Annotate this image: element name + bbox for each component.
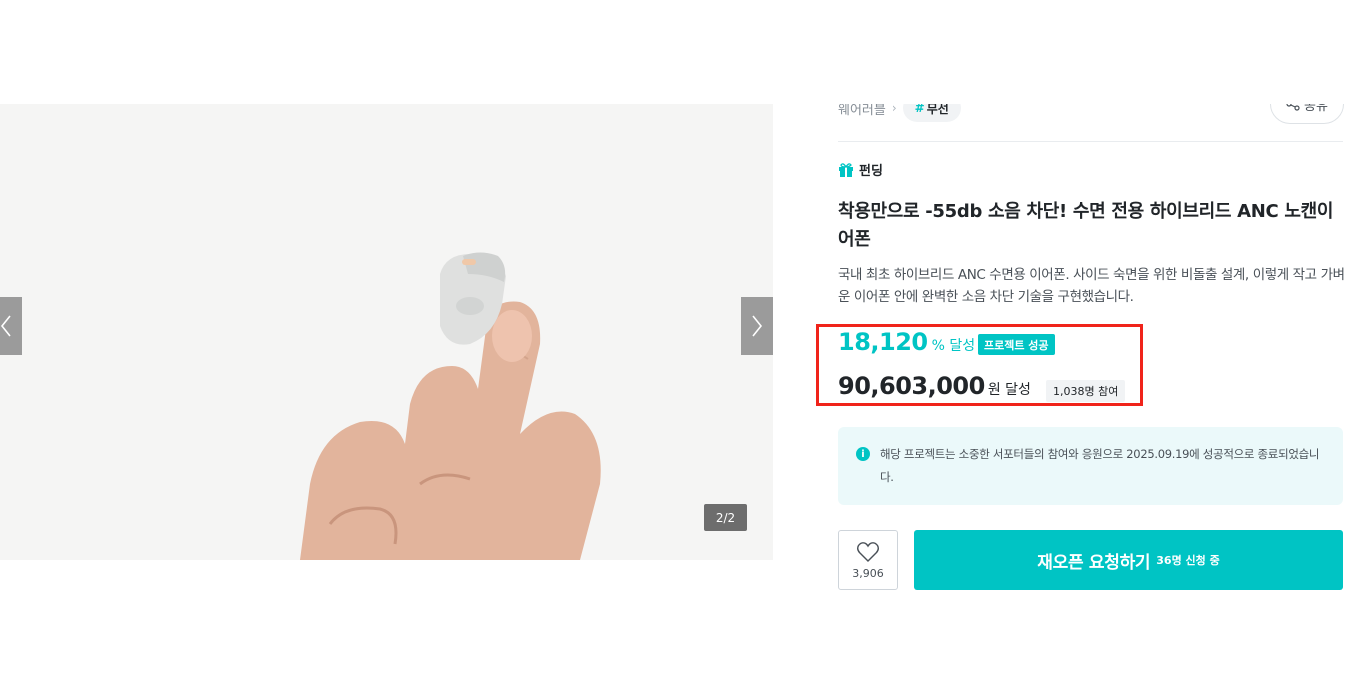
tag-wireless[interactable]: # 무선 [902, 104, 961, 122]
achievement-rate-unit: % 달성 [931, 338, 976, 354]
gallery-prev-button[interactable] [0, 297, 22, 355]
header-divider [838, 141, 1343, 142]
backers-badge: 1,038명 참여 [1046, 380, 1126, 402]
product-gallery[interactable]: 2/2 [0, 104, 773, 560]
project-type: 펀딩 [838, 160, 883, 179]
achievement-rate: 18,120 % 달성 [838, 328, 975, 356]
chevron-right-icon [752, 315, 763, 337]
breadcrumb-category-link[interactable]: 웨어러블 [838, 104, 886, 118]
share-area: 공유 [1268, 104, 1348, 126]
reopen-request-label: 재오픈 요청하기 [1037, 552, 1151, 573]
share-label: 공유 [1304, 104, 1328, 114]
funded-amount: 90,603,000 원 달성 [838, 372, 1031, 400]
completion-notice: i 해당 프로젝트는 소중한 서포터들의 참여와 응원으로 2025.09.19… [838, 427, 1343, 505]
product-photo [0, 104, 773, 560]
funded-amount-unit: 원 달성 [987, 382, 1031, 398]
share-icon [1286, 104, 1300, 111]
share-button[interactable]: 공유 [1270, 104, 1344, 124]
chevron-left-icon [0, 315, 11, 337]
reopen-request-button[interactable]: 재오픈 요청하기 36명 신청 중 [914, 530, 1343, 590]
tag-label: 무선 [926, 104, 949, 116]
like-count: 3,906 [852, 566, 884, 580]
achievement-rate-value: 18,120 [838, 328, 928, 356]
funded-amount-value: 90,603,000 [838, 372, 985, 400]
project-type-label: 펀딩 [859, 164, 883, 179]
info-icon: i [856, 447, 870, 461]
status-badge: 프로젝트 성공 [978, 334, 1055, 355]
project-title: 착용만으로 -55db 소음 차단! 수면 전용 하이브리드 ANC 노캔이어폰 [838, 201, 1334, 250]
chevron-right-icon: › [891, 104, 897, 115]
gallery-counter: 2/2 [704, 504, 747, 531]
project-summary: 국내 최초 하이브리드 ANC 수면용 이어폰. 사이드 숙면을 위한 비돌출 … [838, 267, 1345, 305]
reopen-request-count: 36명 신청 중 [1156, 554, 1220, 567]
like-button[interactable]: 3,906 [838, 530, 898, 590]
notice-text: 해당 프로젝트는 소중한 서포터들의 참여와 응원으로 2025.09.19에 … [880, 447, 1320, 484]
tag-hash: # [914, 104, 925, 115]
heart-icon [857, 541, 879, 562]
gift-icon [839, 162, 853, 177]
gallery-next-button[interactable] [741, 297, 773, 355]
